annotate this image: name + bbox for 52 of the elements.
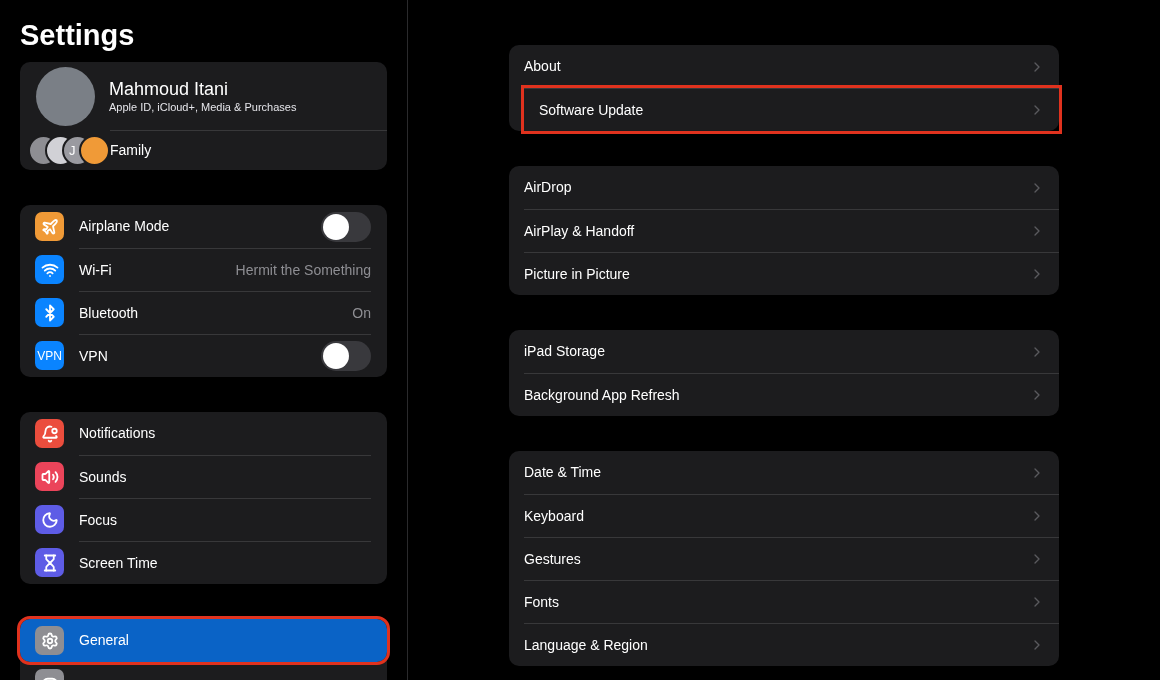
item-label: Screen Time (79, 553, 159, 573)
item-value: On (352, 303, 371, 323)
item-label: Airplane Mode (79, 217, 171, 236)
item-label: General (79, 631, 130, 650)
item-label: Focus (79, 510, 119, 530)
account-subtitle: Apple ID, iCloud+, Media & Purchases (109, 100, 297, 114)
item-label: AirDrop (524, 178, 573, 197)
account-name: Mahmoud Itani (109, 78, 230, 100)
detail-item[interactable]: Fonts (524, 580, 1059, 623)
item-label: Picture in Picture (524, 264, 631, 284)
item-label: About (524, 57, 562, 76)
item-label: Language & Region (524, 635, 649, 655)
item-label: Date & Time (524, 463, 603, 482)
sidebar-item[interactable]: Focus (20, 498, 387, 541)
item-label: Background App Refresh (524, 385, 681, 405)
detail-item[interactable]: Software Update (524, 88, 1059, 131)
detail-item[interactable]: Picture in Picture (524, 252, 1059, 295)
sidebar-item[interactable]: General (20, 619, 387, 662)
sidebar-item[interactable]: Airplane Mode (20, 205, 387, 248)
detail-item[interactable]: Date & Time (524, 451, 1059, 494)
detail-item[interactable]: AirDrop (524, 166, 1059, 209)
sidebar-item[interactable]: Screen Time (20, 541, 387, 584)
sidebar-item[interactable]: VPN VPN (20, 334, 387, 377)
item-label: Fonts (524, 592, 560, 612)
item-label: Gestures (524, 549, 582, 569)
sidebar-item[interactable]: Wi-Fi Hermit the Something (20, 248, 387, 291)
item-label: Wi-Fi (79, 260, 113, 280)
family-label[interactable]: Family (110, 140, 152, 161)
item-label: Bluetooth (79, 303, 140, 323)
sidebar-item[interactable]: Notifications (20, 412, 387, 455)
toggle-switch[interactable] (321, 211, 371, 242)
detail-item[interactable]: Keyboard (524, 494, 1059, 537)
item-label: Keyboard (524, 506, 585, 526)
item-value: Hermit the Something (235, 260, 371, 280)
item-label: Software Update (539, 100, 645, 120)
sidebar-item[interactable]: Bluetooth On (20, 291, 387, 334)
detail-item[interactable]: Gestures (524, 537, 1059, 580)
item-label: AirPlay & Handoff (524, 221, 636, 241)
account-card[interactable]: Mahmoud Itani Apple ID, iCloud+, Media & Purchases J Family (20, 62, 387, 170)
item-label: Notifications (79, 424, 157, 443)
sidebar-item[interactable]: Sounds (20, 455, 387, 498)
page-title: Settings (20, 18, 135, 53)
detail-item[interactable]: iPad Storage (524, 330, 1059, 373)
item-label: VPN (79, 346, 109, 366)
item-label: iPad Storage (524, 342, 606, 361)
item-label: Sounds (79, 467, 128, 487)
detail-item[interactable]: AirPlay & Handoff (524, 209, 1059, 252)
detail-item[interactable]: Language & Region (524, 623, 1059, 666)
detail-item[interactable]: Background App Refresh (524, 373, 1059, 416)
vpn-icon: VPN (35, 341, 64, 370)
detail-item[interactable]: About (524, 45, 1059, 88)
toggle-switch[interactable] (321, 341, 371, 371)
